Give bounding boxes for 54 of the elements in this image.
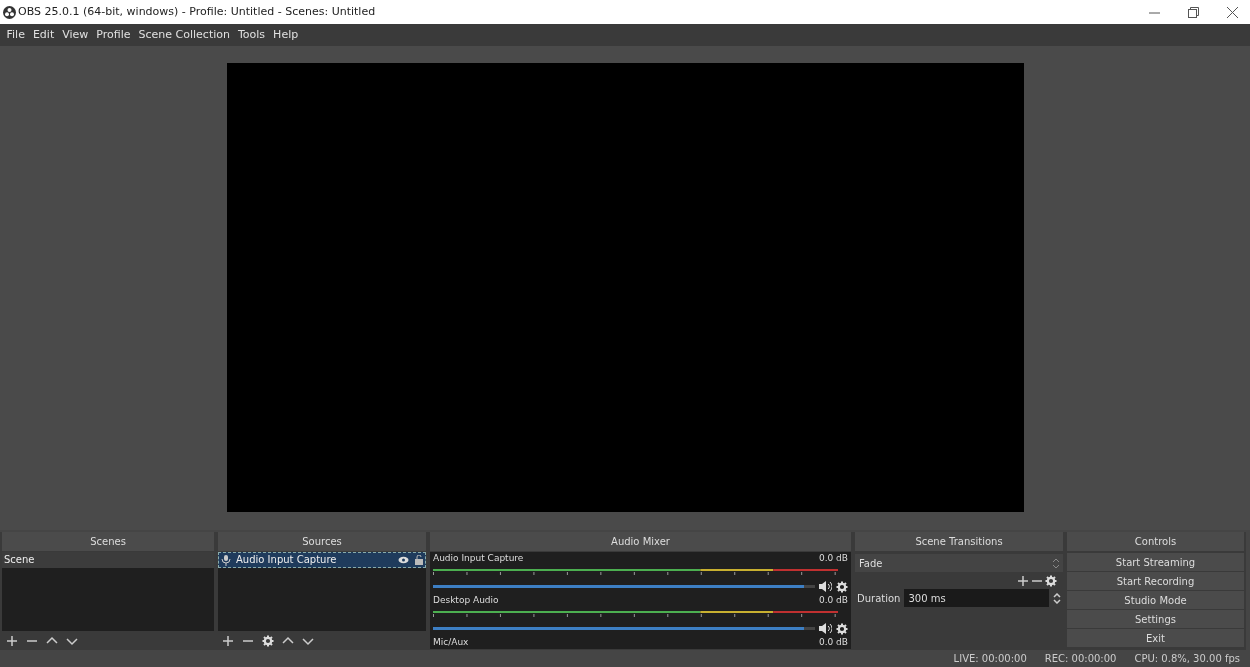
move-down-icon[interactable] xyxy=(66,635,78,647)
menu-item[interactable]: Profile xyxy=(92,26,135,44)
eye-icon[interactable] xyxy=(398,556,409,564)
dock-title: Audio Mixer xyxy=(430,532,851,551)
menu-item[interactable]: Tools xyxy=(234,26,270,44)
gear-icon[interactable] xyxy=(836,580,848,593)
spinner-icon xyxy=(1053,558,1059,568)
close-icon[interactable] xyxy=(1226,6,1238,18)
volume-reading: 0.0 dB xyxy=(818,552,848,564)
add-icon[interactable] xyxy=(6,635,18,647)
menu-item[interactable]: File xyxy=(2,26,29,44)
channel-name: Desktop Audio xyxy=(433,594,499,606)
control-button[interactable]: Start Streaming xyxy=(1067,553,1244,571)
gear-icon[interactable] xyxy=(262,635,274,647)
volume-slider[interactable] xyxy=(433,627,815,630)
gear-icon[interactable] xyxy=(836,622,848,635)
menu-item[interactable]: Edit xyxy=(28,26,59,44)
list-item[interactable]: Audio Input Capture xyxy=(218,552,426,568)
transition-select[interactable]: Fade xyxy=(855,554,1063,572)
menu-item[interactable]: View xyxy=(58,26,93,44)
dock-title: Sources xyxy=(218,532,426,551)
control-button[interactable]: Start Recording xyxy=(1067,572,1244,590)
spinner-icon[interactable] xyxy=(1053,592,1061,604)
status-text: CPU: 0.8%, 30.00 fps xyxy=(1134,652,1240,666)
microphone-icon xyxy=(221,554,231,566)
dock-title: Scene Transitions xyxy=(855,532,1063,551)
speaker-icon[interactable] xyxy=(819,581,832,592)
channel-name: Mic/Aux xyxy=(433,636,469,648)
control-button[interactable]: Settings xyxy=(1067,610,1244,628)
add-icon[interactable] xyxy=(1017,575,1029,587)
restore-icon[interactable] xyxy=(1187,6,1199,18)
window-title: OBS 25.0.1 (64-bit, windows) - Profile: Untitled - Scenes: Untitled xyxy=(18,3,376,20)
control-button[interactable]: Studio Mode xyxy=(1067,591,1244,609)
status-text: REC: 00:00:00 xyxy=(1044,652,1117,666)
volume-slider[interactable] xyxy=(433,585,815,588)
channel-name: Audio Input Capture xyxy=(433,552,524,564)
duration-field[interactable]: 300 ms xyxy=(904,589,1049,607)
speaker-icon[interactable] xyxy=(819,623,832,634)
status-text: LIVE: 00:00:00 xyxy=(953,652,1027,666)
add-icon[interactable] xyxy=(222,635,234,647)
unlock-icon[interactable] xyxy=(415,555,423,565)
list-item[interactable]: Scene xyxy=(2,552,214,568)
dock-title: Controls xyxy=(1067,532,1244,551)
volume-reading: 0.0 dB xyxy=(818,594,848,606)
menu-item[interactable]: Help xyxy=(269,26,303,44)
source-label: Audio Input Capture xyxy=(236,553,337,567)
duration-label: Duration xyxy=(857,591,901,606)
volume-reading: 0.0 dB xyxy=(818,636,848,648)
control-button[interactable]: Exit xyxy=(1067,629,1244,647)
select-value: Fade xyxy=(859,556,883,571)
dock-title: Scenes xyxy=(2,532,214,551)
gear-icon[interactable] xyxy=(1045,575,1057,587)
move-down-icon[interactable] xyxy=(302,635,314,647)
menu-item[interactable]: Scene Collection xyxy=(134,26,234,44)
